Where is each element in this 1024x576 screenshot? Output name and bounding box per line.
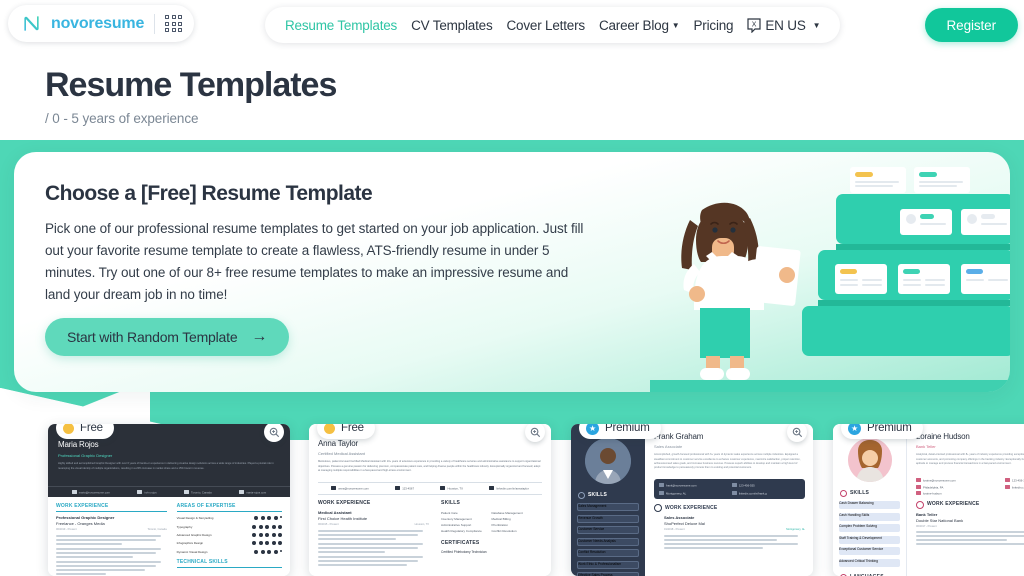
template-card-frank-graham[interactable]: ★ Premium SKILLS Sales Management Revenu… <box>571 424 813 576</box>
hero-illustration <box>650 167 1010 392</box>
nav-item-resume-templates[interactable]: Resume Templates <box>285 18 397 33</box>
resume-name: Frank Graham <box>654 432 704 441</box>
resume-preview: Anna Taylor Certified Medical Assistant … <box>309 424 551 576</box>
site-header: novoresume Resume Templates CV Templates… <box>0 0 1024 53</box>
novoresume-n-mark <box>24 16 39 31</box>
chevron-down-icon: ▼ <box>812 20 821 30</box>
nav-item-career-blog[interactable]: Career Blog ▼ <box>599 18 680 33</box>
page-heading-group: Resume Templates / 0 - 5 years of experi… <box>45 66 337 126</box>
hero-body-text: Pick one of our professional resume temp… <box>45 221 584 302</box>
status-badge-premium: ★ Premium <box>579 424 661 439</box>
resume-contact-bar: maria@novoresume.com in/m.rojos Toronto,… <box>48 486 290 497</box>
hero-title: Choose a [Free] Resume Template <box>45 182 373 205</box>
resume-role: Bank Teller <box>916 443 936 449</box>
resume-name: Anna Taylor <box>318 439 358 448</box>
resume-summary: Analytical, detail-oriented professional… <box>916 453 1024 465</box>
resume-preview: Maria Rojos Professional Graphic Designe… <box>48 424 290 576</box>
nav-item-cv-templates[interactable]: CV Templates <box>411 18 493 33</box>
resume-sidebar: SKILLS Sales Management Revenue Growth Cu… <box>571 424 645 576</box>
hero-card: Choose a [Free] Resume Template Pick one… <box>14 152 1010 392</box>
nav-item-cover-letters[interactable]: Cover Letters <box>507 18 586 33</box>
template-cards-row: Free Maria Rojos Professional Graphic De… <box>0 415 1024 576</box>
language-label: EN US <box>765 17 806 33</box>
section-heading: WORK EXPERIENCE <box>927 501 980 508</box>
premium-star-icon: ★ <box>586 424 599 435</box>
status-badge-premium: ★ Premium <box>841 424 923 439</box>
section-heading: AREAS OF EXPERTISE <box>176 503 282 513</box>
status-badge-free: Free <box>56 424 114 439</box>
page-title: Resume Templates <box>45 66 337 104</box>
register-button[interactable]: Register <box>924 8 1018 42</box>
resume-summary: Meticulous, patient-focused Certified Me… <box>318 460 541 472</box>
svg-text:X: X <box>752 21 757 28</box>
section-heading: WORK EXPERIENCE <box>665 504 718 511</box>
badge-label: Premium <box>867 424 912 434</box>
logo-text: novoresume <box>51 14 145 32</box>
section-heading: SKILLS <box>441 499 461 506</box>
resume-preview: SKILLS Cash Drawer Balancing Cash Handlin… <box>833 424 1024 576</box>
nav-item-pricing[interactable]: Pricing <box>694 18 734 33</box>
start-with-random-template-button[interactable]: Start with Random Template → <box>45 318 290 356</box>
section-heading: WORK EXPERIENCE <box>318 499 371 506</box>
language-selector[interactable]: X EN US ▼ <box>747 17 821 33</box>
resume-contact-list: loraine@novoresume.com 123-456-1 Philade… <box>916 478 1024 496</box>
resume-name: Loraine Hudson <box>916 432 970 441</box>
section-heading: SKILLS <box>588 492 607 498</box>
resume-preview: SKILLS Sales Management Revenue Growth Cu… <box>571 424 813 576</box>
resume-name: Maria Rojos <box>58 440 99 449</box>
badge-label: Free <box>341 424 364 434</box>
resume-role: Professional Graphic Designer <box>58 452 113 458</box>
hero-text-group: Choose a [Free] Resume Template Pick one… <box>45 182 585 305</box>
resume-contact-box: frank@novoresume.com 123-456-555 Montgom… <box>654 479 805 500</box>
section-heading: WORK EXPERIENCE <box>56 503 167 513</box>
section-heading: TECHNICAL SKILLS <box>176 559 282 569</box>
resume-role: Certified Medical Assistant <box>318 450 365 456</box>
section-heading: SKILLS <box>850 490 869 496</box>
badge-label: Premium <box>605 424 650 434</box>
logo-divider <box>154 13 156 34</box>
resume-main: Loraine Hudson Bank Teller Analytical, d… <box>907 424 1024 576</box>
badge-label: Free <box>80 424 103 434</box>
resume-body: WORK EXPERIENCE Professional Graphic Des… <box>48 497 290 576</box>
free-dot-icon <box>63 424 74 434</box>
primary-nav: Resume Templates CV Templates Cover Lett… <box>265 7 841 43</box>
template-card-anna-taylor[interactable]: Free Anna Taylor Certified Medical Assis… <box>309 424 551 576</box>
resume-contact-bar: anna@novoresume.com 123-4567 Houston, TX… <box>318 482 542 495</box>
nav-item-career-blog-label: Career Blog <box>598 17 669 33</box>
section-heading: CERTIFICATES <box>441 540 480 547</box>
premium-star-icon: ★ <box>848 424 861 435</box>
translate-icon: X <box>747 17 761 33</box>
template-card-maria-rojos[interactable]: Free Maria Rojos Professional Graphic De… <box>48 424 290 576</box>
avatar <box>847 438 892 482</box>
resume-main: Frank Graham Sales Associate Accomplishe… <box>645 424 813 576</box>
resume-role: Sales Associate <box>654 443 683 449</box>
chevron-down-icon: ▼ <box>671 20 680 30</box>
resume-sidebar: SKILLS Cash Drawer Balancing Cash Handlin… <box>833 424 907 576</box>
status-badge-free: Free <box>317 424 375 439</box>
resume-summary: Accomplished, growth-focused professiona… <box>654 453 801 470</box>
resume-summary: Highly skilled and accomplished Graphic … <box>58 462 274 470</box>
arrow-right-icon: → <box>251 328 268 345</box>
template-card-loraine-hudson[interactable]: ★ Premium SKILLS Cash Drawer Balancing C… <box>833 424 1024 576</box>
logo[interactable]: novoresume <box>8 5 195 42</box>
start-button-label: Start with Random Template <box>67 329 238 345</box>
free-dot-icon <box>324 424 335 434</box>
apps-grid-icon[interactable] <box>165 15 183 32</box>
avatar <box>585 438 631 484</box>
page-subtitle: / 0 - 5 years of experience <box>45 111 199 126</box>
